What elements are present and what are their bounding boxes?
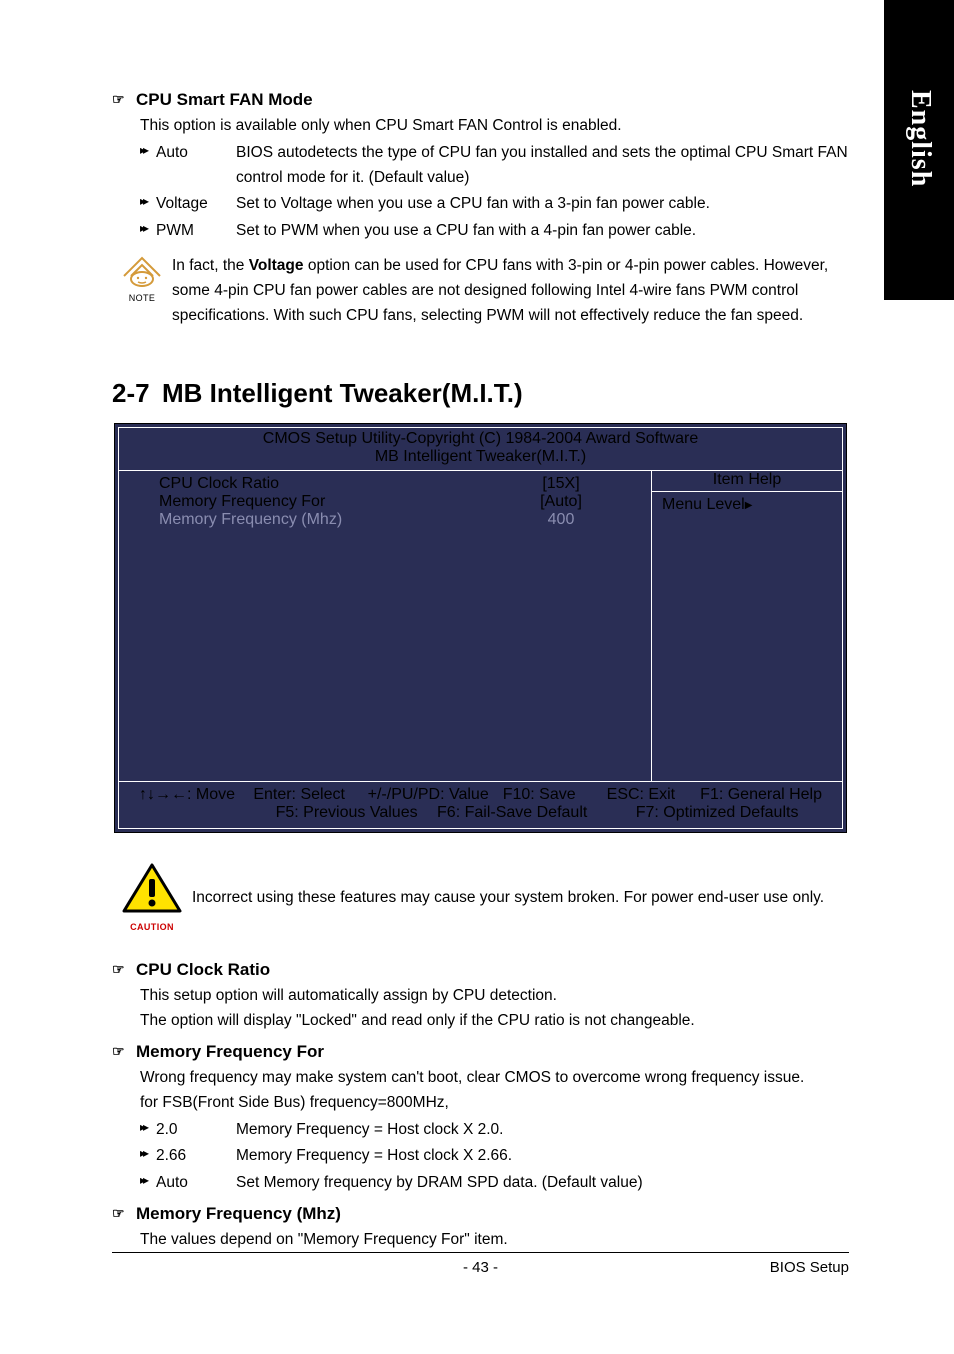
hand-icon: ☞	[112, 1042, 130, 1062]
list-item: ▸▸ 2.66 Memory Frequency = Host clock X …	[140, 1144, 849, 1169]
double-arrow-icon: ▸▸	[140, 219, 154, 238]
language-side-tab: English	[884, 0, 954, 300]
hand-icon: ☞	[112, 1204, 130, 1224]
hand-icon: ☞	[112, 90, 130, 110]
bios-menu-level: Menu Level▶	[662, 496, 832, 514]
page-footer: - 43 - BIOS Setup	[112, 1252, 849, 1276]
option-value: Set to PWM when you use a CPU fan with a…	[236, 219, 849, 244]
option-key: Auto	[156, 1171, 236, 1196]
text: for FSB(Front Side Bus) frequency=800MHz…	[140, 1091, 849, 1116]
text: The option will display "Locked" and rea…	[140, 1009, 849, 1034]
option-value: Set Memory frequency by DRAM SPD data. (…	[236, 1171, 849, 1196]
double-arrow-icon: ▸▸	[140, 1171, 154, 1190]
double-arrow-icon: ▸▸	[140, 1118, 154, 1137]
caution-label: CAUTION	[112, 922, 192, 932]
section-cpu-clock-ratio: ☞ CPU Clock Ratio This setup option will …	[112, 960, 849, 1034]
bios-help-pane: Item Help Menu Level▶	[652, 471, 842, 781]
double-arrow-icon: ▸▸	[140, 1144, 154, 1163]
triangle-right-icon: ▶	[745, 500, 753, 511]
option-key: PWM	[156, 219, 236, 244]
section-memory-frequency-for: ☞ Memory Frequency For Wrong frequency ma…	[112, 1042, 849, 1196]
heading-memfor: Memory Frequency For	[136, 1042, 324, 1061]
double-arrow-icon: ▸▸	[140, 141, 154, 160]
note-block: NOTE In fact, the Voltage option can be …	[112, 254, 849, 328]
option-value: Set to Voltage when you use a CPU fan wi…	[236, 192, 849, 217]
bios-settings-pane: CPU Clock Ratio[15X] Memory Frequency Fo…	[119, 471, 652, 781]
hand-icon: ☞	[112, 960, 130, 980]
heading-fanmode: CPU Smart FAN Mode	[136, 90, 313, 109]
note-text: In fact, the Voltage option can be used …	[172, 254, 849, 328]
heading-ratio: CPU Clock Ratio	[136, 960, 270, 979]
caution-icon	[122, 863, 182, 915]
note-label: NOTE	[112, 293, 172, 303]
note-icon	[122, 254, 162, 288]
list-item: ▸▸ PWM Set to PWM when you use a CPU fan…	[140, 219, 849, 244]
table-row: CPU Clock Ratio[15X]	[159, 475, 631, 493]
bios-screenshot: CMOS Setup Utility-Copyright (C) 1984-20…	[114, 423, 847, 833]
option-key: Voltage	[156, 192, 236, 217]
list-item: ▸▸ 2.0 Memory Frequency = Host clock X 2…	[140, 1118, 849, 1143]
section-cpu-smart-fan-mode: ☞ CPU Smart FAN Mode This option is avail…	[112, 90, 849, 328]
bios-footer: ↑↓→←: Move Enter: Select +/-/PU/PD: Valu…	[119, 781, 842, 828]
table-row: Memory Frequency For[Auto]	[159, 493, 631, 511]
text-fanmode-desc: This option is available only when CPU S…	[140, 114, 849, 139]
list-item: ▸▸ Auto Set Memory frequency by DRAM SPD…	[140, 1171, 849, 1196]
text: The values depend on "Memory Frequency F…	[140, 1228, 849, 1253]
heading-memmhz: Memory Frequency (Mhz)	[136, 1204, 341, 1223]
bios-help-header: Item Help	[652, 471, 842, 492]
caution-text: Incorrect using these features may cause…	[192, 889, 849, 907]
page-content: ☞ CPU Smart FAN Mode This option is avail…	[112, 90, 849, 1253]
section-memory-frequency-mhz: ☞ Memory Frequency (Mhz) The values depen…	[112, 1204, 849, 1253]
option-key: Auto	[156, 141, 236, 191]
section-heading-mit: 2-7MB Intelligent Tweaker(M.I.T.)	[112, 378, 849, 409]
option-value: Memory Frequency = Host clock X 2.0.	[236, 1118, 849, 1143]
page-number: - 43 -	[112, 1259, 849, 1276]
list-item: ▸▸ Voltage Set to Voltage when you use a…	[140, 192, 849, 217]
option-key: 2.0	[156, 1118, 236, 1143]
caution-block: CAUTION Incorrect using these features m…	[112, 863, 849, 932]
text: Wrong frequency may make system can't bo…	[140, 1066, 849, 1091]
option-value: BIOS autodetects the type of CPU fan you…	[236, 141, 849, 191]
text: This setup option will automatically ass…	[140, 984, 849, 1009]
double-arrow-icon: ▸▸	[140, 192, 154, 211]
table-row: Memory Frequency (Mhz)400	[159, 511, 631, 529]
option-value: Memory Frequency = Host clock X 2.66.	[236, 1144, 849, 1169]
list-item: ▸▸ Auto BIOS autodetects the type of CPU…	[140, 141, 849, 191]
bios-title: CMOS Setup Utility-Copyright (C) 1984-20…	[119, 428, 842, 471]
option-key: 2.66	[156, 1144, 236, 1169]
